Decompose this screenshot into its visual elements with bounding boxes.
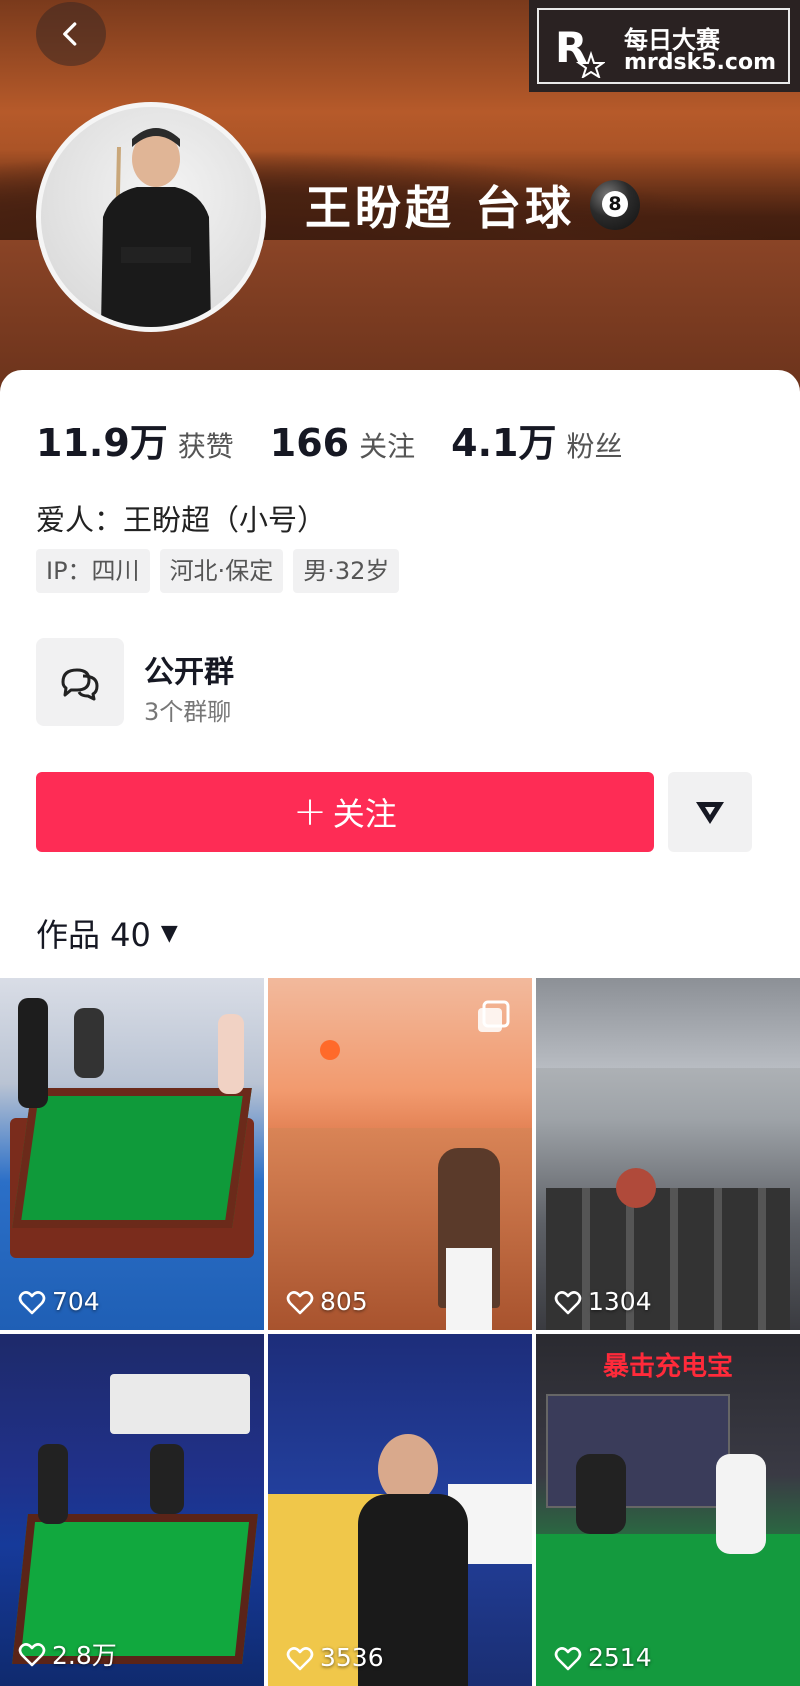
group-title[interactable]: 公开群 bbox=[144, 647, 234, 691]
works-label: 作品 40 bbox=[36, 916, 151, 954]
watermark-logo: R bbox=[555, 23, 605, 78]
group-chat-button[interactable] bbox=[36, 638, 124, 726]
followers-label[interactable]: 粉丝 bbox=[566, 425, 622, 465]
heart-icon bbox=[286, 1646, 314, 1670]
tag-gender-age: 男·32岁 bbox=[293, 549, 400, 593]
video-likes-count: 805 bbox=[320, 1287, 368, 1316]
avatar-person bbox=[101, 128, 211, 327]
profile-name: 王盼超 台球 bbox=[305, 181, 576, 235]
video-likes: 704 bbox=[18, 1287, 100, 1316]
video-likes-count: 3536 bbox=[320, 1643, 384, 1672]
video-likes: 1304 bbox=[554, 1287, 652, 1316]
video-caption: 暴击充电宝 bbox=[602, 1352, 733, 1382]
video-tile[interactable]: 3536 bbox=[268, 1334, 532, 1686]
stats-row: 11.9万 获赞 166 关注 4.1万 粉丝 bbox=[36, 412, 658, 467]
follow-label: 关注 bbox=[332, 795, 397, 833]
followers-count[interactable]: 4.1万 bbox=[451, 412, 556, 467]
tag-location: 河北·保定 bbox=[159, 549, 284, 593]
more-options-button[interactable] bbox=[668, 772, 752, 852]
video-tile[interactable]: 1304 bbox=[536, 978, 800, 1330]
triangle-down-icon bbox=[696, 802, 724, 824]
video-likes: 3536 bbox=[286, 1643, 384, 1672]
heart-icon bbox=[286, 1290, 314, 1314]
tag-ip: IP：四川 bbox=[36, 549, 150, 593]
video-likes: 805 bbox=[286, 1287, 368, 1316]
video-likes: 2514 bbox=[554, 1643, 652, 1672]
chat-bubbles-icon bbox=[61, 668, 99, 701]
video-tile[interactable]: 暴击充电宝 2514 bbox=[536, 1334, 800, 1686]
group-subtitle: 3个群聊 bbox=[144, 698, 232, 726]
video-tile[interactable]: 805 bbox=[268, 978, 532, 1330]
billiard-ball-icon: 8 bbox=[590, 180, 640, 230]
video-likes-count: 1304 bbox=[588, 1287, 652, 1316]
likes-label: 获赞 bbox=[177, 430, 234, 463]
bio-text: 爱人：王盼超（小号） bbox=[36, 503, 327, 537]
multi-image-icon bbox=[478, 1000, 510, 1032]
profile-tags: IP：四川 河北·保定 男·32岁 bbox=[36, 549, 400, 593]
following-count[interactable]: 166 bbox=[270, 421, 349, 465]
watermark: R 每日大赛 mrdsk5.com bbox=[529, 0, 800, 92]
works-tab[interactable]: 作品 40 ▼ bbox=[36, 910, 178, 956]
chevron-left-icon bbox=[63, 22, 77, 46]
follow-button[interactable]: + 关注 bbox=[36, 772, 654, 852]
video-tile[interactable]: 2.8万 bbox=[0, 1334, 264, 1686]
video-tile[interactable]: 704 bbox=[0, 978, 264, 1330]
heart-icon bbox=[554, 1646, 582, 1670]
heart-icon bbox=[554, 1290, 582, 1314]
heart-icon bbox=[18, 1290, 46, 1314]
video-grid: 704 805 1304 2.8万 3536 暴击充电宝 2514 bbox=[0, 978, 800, 1686]
following-label[interactable]: 关注 bbox=[359, 425, 415, 465]
video-likes-count: 704 bbox=[52, 1287, 100, 1316]
heart-icon bbox=[18, 1643, 46, 1667]
caret-down-icon: ▼ bbox=[160, 920, 178, 946]
avatar[interactable] bbox=[36, 102, 266, 332]
back-button[interactable] bbox=[36, 2, 106, 66]
watermark-url: mrdsk5.com bbox=[624, 50, 776, 75]
ball-number: 8 bbox=[602, 191, 628, 217]
video-likes-count: 2.8万 bbox=[52, 1641, 117, 1670]
video-likes: 2.8万 bbox=[18, 1636, 117, 1672]
likes-count: 11.9万 bbox=[36, 421, 168, 465]
video-likes-count: 2514 bbox=[588, 1643, 652, 1672]
plus-icon: + bbox=[293, 789, 327, 835]
